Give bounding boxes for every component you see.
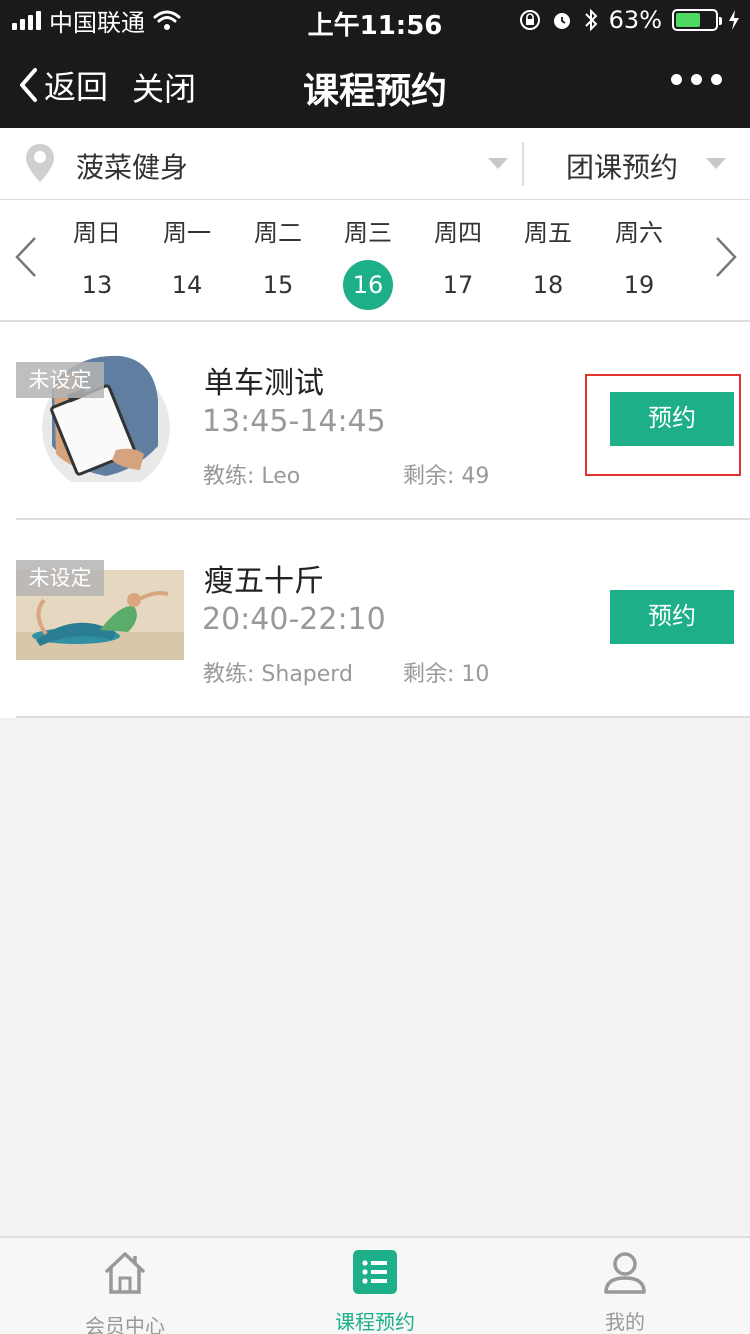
type-label: 团课预约 [566,151,679,184]
course-remaining: 剩余: 10 [403,662,490,687]
day-monday[interactable]: 周一 14 [152,218,222,310]
dot-icon [671,74,682,85]
store-label: 菠菜健身 [76,151,189,184]
location-pin-icon [26,144,54,182]
prev-week-button[interactable] [14,236,38,278]
weekday-label: 周四 [434,219,482,247]
highlight-box [585,374,741,476]
dot-icon [691,74,702,85]
weekday-label: 周二 [254,219,302,247]
course-time: 13:45-14:45 [202,404,386,439]
back-label: 返回 [44,68,109,106]
tab-course-booking[interactable]: 课程预约 [250,1238,500,1334]
nav-bar: 返回 关闭 课程预约 [0,40,750,128]
course-coach: 教练: Leo [203,464,301,489]
tab-label: 我的 [605,1310,645,1334]
tab-bar: 会员中心 课程预约 我的 [0,1236,750,1334]
dropdown-arrow-icon [488,158,508,169]
course-time: 20:40-22:10 [202,602,386,637]
week-strip: 周日 13 周一 14 周二 15 周三 16 周四 17 周五 18 周六 1… [0,200,750,322]
selected-date-label: 16 [343,260,393,310]
course-item: 未设定 瘦五十斤 20:40-22:10 教练: Shaperd 剩余: 10 … [0,520,750,718]
charging-icon [729,10,739,30]
status-tag: 未设定 [16,362,104,398]
day-saturday[interactable]: 周六 19 [604,218,674,310]
next-week-button[interactable] [714,236,738,278]
date-label: 18 [532,271,564,299]
battery-level [676,13,700,27]
course-name: 单车测试 [204,366,324,401]
weekday-label: 周三 [344,219,392,247]
more-menu-button[interactable] [671,74,722,85]
day-tuesday[interactable]: 周二 15 [243,218,313,310]
course-remaining: 剩余: 49 [403,464,490,489]
dropdown-arrow-icon [706,158,726,169]
date-label: 17 [442,271,474,299]
day-sunday[interactable]: 周日 13 [62,218,132,310]
row-divider [16,716,750,718]
tab-label: 课程预约 [335,1310,415,1334]
tab-label: 会员中心 [85,1314,165,1334]
type-selector[interactable]: 团课预约 [524,128,750,200]
battery-icon [672,9,722,31]
day-wednesday-selected[interactable]: 周三 16 [333,218,403,310]
dot-icon [711,74,722,85]
page-title: 课程预约 [302,71,447,112]
day-friday[interactable]: 周五 18 [513,218,583,310]
date-label: 19 [623,271,655,299]
bluetooth-icon [584,8,598,32]
weekday-label: 周一 [163,219,211,247]
chevron-left-icon [20,68,37,102]
user-icon [604,1252,646,1294]
list-icon [353,1250,397,1294]
weekday-label: 周六 [615,219,663,247]
day-thursday[interactable]: 周四 17 [423,218,493,310]
book-button[interactable]: 预约 [610,590,734,644]
status-tag: 未设定 [16,560,104,596]
weekday-label: 周日 [73,219,121,247]
status-right: 63% [519,6,740,34]
tab-mine[interactable]: 我的 [500,1238,750,1334]
battery-percent: 63% [608,6,662,34]
back-button[interactable]: 返回 [18,62,108,108]
home-icon [104,1252,146,1294]
course-name: 瘦五十斤 [204,564,324,599]
close-button[interactable]: 关闭 [132,64,196,110]
filter-bar: 菠菜健身 团课预约 [0,128,750,200]
tab-member-center[interactable]: 会员中心 [0,1238,250,1334]
orientation-lock-icon [519,10,540,30]
date-label: 14 [171,271,203,299]
alarm-icon [553,13,570,29]
course-coach: 教练: Shaperd [203,662,353,687]
status-bar: 中国联通 上午11:56 63% [0,0,750,41]
date-label: 15 [262,271,294,299]
date-label: 13 [81,271,113,299]
weekday-label: 周五 [524,219,572,247]
store-selector[interactable]: 菠菜健身 [0,128,522,200]
